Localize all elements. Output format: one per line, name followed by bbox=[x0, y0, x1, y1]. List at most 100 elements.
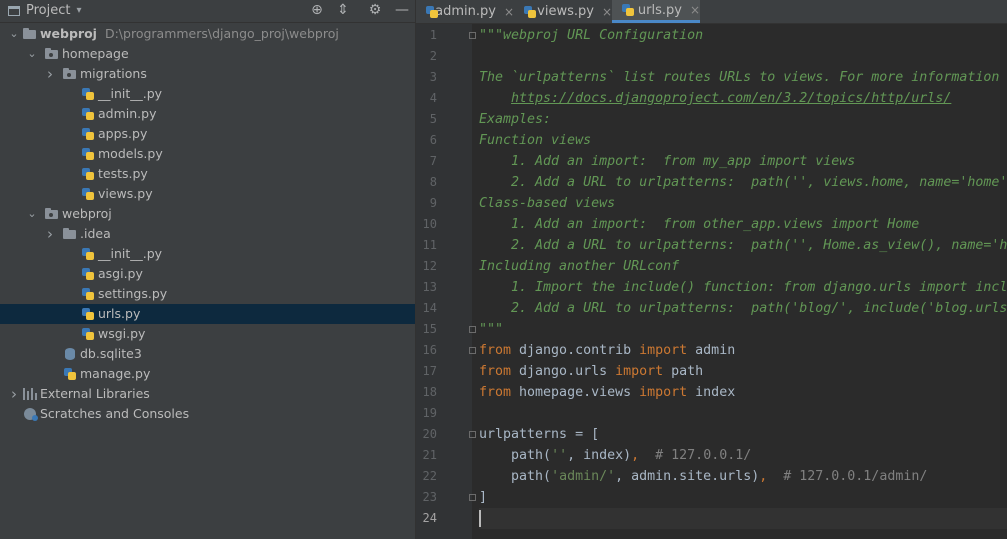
line-number: 11 bbox=[422, 238, 437, 252]
code-line: from django.urls import path bbox=[479, 361, 1007, 382]
line-number: 7 bbox=[429, 154, 437, 168]
line-number: 3 bbox=[429, 70, 437, 84]
line-number: 10 bbox=[422, 217, 437, 231]
python-file-icon bbox=[80, 187, 96, 201]
chevron-down-icon: ▾ bbox=[76, 5, 82, 16]
code-token: Including another URLconf bbox=[479, 259, 680, 274]
gear-icon[interactable]: ⚙ bbox=[366, 1, 384, 19]
tree-item[interactable]: › External Libraries bbox=[0, 384, 415, 404]
collapse-icon[interactable]: ⇕ bbox=[334, 1, 352, 19]
python-file-icon bbox=[80, 147, 96, 161]
python-file-icon bbox=[62, 367, 78, 381]
line-number-gutter: 1 2 3 4 5 6 7 8 9 10 11 12 13 14 15 16 17 18 19 20 21 22 23 24 bbox=[416, 24, 476, 539]
tree-item-label: views.py bbox=[98, 186, 153, 201]
code-line: from django.contrib import admin bbox=[479, 340, 1007, 361]
line-number: 8 bbox=[429, 175, 437, 189]
tree-item-label: homepage bbox=[62, 46, 129, 61]
close-icon[interactable]: × bbox=[504, 5, 514, 19]
tree-item[interactable]: db.sqlite3 bbox=[0, 344, 415, 364]
code-line: 2. Add a URL to urlpatterns: path('', Ho… bbox=[479, 235, 1007, 256]
tree-item[interactable]: Scratches and Consoles bbox=[0, 404, 415, 424]
chevron-right-icon[interactable]: › bbox=[8, 384, 20, 404]
python-file-icon bbox=[80, 307, 96, 321]
fold-marker-icon[interactable] bbox=[469, 326, 476, 333]
tree-item[interactable]: › .idea bbox=[0, 224, 415, 244]
code-editor[interactable]: """webproj URL Configuration The `urlpatt… bbox=[479, 24, 1007, 539]
fold-marker-icon[interactable] bbox=[469, 32, 476, 39]
python-file-icon bbox=[426, 5, 438, 18]
tree-item[interactable]: apps.py bbox=[0, 124, 415, 144]
fold-marker-icon[interactable] bbox=[469, 347, 476, 354]
tree-item[interactable]: asgi.py bbox=[0, 264, 415, 284]
code-token: , bbox=[631, 448, 656, 463]
python-file-icon bbox=[80, 267, 96, 281]
tree-item[interactable]: admin.py bbox=[0, 104, 415, 124]
code-line bbox=[479, 508, 1007, 529]
locate-icon[interactable]: ⊕ bbox=[308, 1, 326, 19]
tree-item-label: models.py bbox=[98, 146, 163, 161]
tree-item[interactable]: ⌄ webproj D:\programmers\django_proj\webpr… bbox=[0, 24, 415, 44]
fold-marker-icon[interactable] bbox=[469, 494, 476, 501]
tab-views-py[interactable]: views.py × bbox=[514, 0, 612, 23]
code-line: https://docs.djangoproject.com/en/3.2/to… bbox=[479, 88, 1007, 109]
code-line: path('', index), # 127.0.0.1/ bbox=[479, 445, 1007, 466]
tree-item-label: __init__.py bbox=[98, 86, 163, 101]
tree-item[interactable]: __init__.py bbox=[0, 84, 415, 104]
chevron-right-icon[interactable]: › bbox=[44, 224, 56, 244]
tab-urls-py[interactable]: urls.py × bbox=[612, 0, 700, 23]
code-token: import bbox=[639, 343, 696, 358]
code-line: path('admin/', admin.site.urls), # 127.0… bbox=[479, 466, 1007, 487]
tree-item-label: tests.py bbox=[98, 166, 148, 181]
tree-item[interactable]: ⌄ homepage bbox=[0, 44, 415, 64]
tree-item[interactable]: tests.py bbox=[0, 164, 415, 184]
code-token: , admin.site.urls) bbox=[615, 469, 760, 484]
line-number: 13 bbox=[422, 280, 437, 294]
tree-item[interactable]: › migrations bbox=[0, 64, 415, 84]
tree-item[interactable]: settings.py bbox=[0, 284, 415, 304]
code-token: path( bbox=[479, 469, 552, 484]
code-token: admin bbox=[695, 343, 736, 358]
project-window-icon bbox=[8, 5, 20, 16]
code-line: 1. Add an import: from other_app.views i… bbox=[479, 214, 1007, 235]
close-icon[interactable]: × bbox=[602, 5, 612, 19]
line-number: 5 bbox=[429, 112, 437, 126]
python-file-icon bbox=[80, 327, 96, 341]
fold-marker-icon[interactable] bbox=[469, 431, 476, 438]
chevron-right-icon[interactable]: › bbox=[44, 64, 56, 84]
project-view-selector[interactable]: Project ▾ bbox=[8, 3, 82, 18]
tree-item[interactable]: wsgi.py bbox=[0, 324, 415, 344]
tab-admin-py[interactable]: admin.py × bbox=[416, 0, 514, 23]
code-token: path bbox=[671, 364, 704, 379]
close-icon[interactable]: × bbox=[690, 3, 700, 17]
chevron-down-icon[interactable]: ⌄ bbox=[26, 44, 38, 64]
code-line: from homepage.views import index bbox=[479, 382, 1007, 403]
code-line: 1. Add an import: from my_app import vie… bbox=[479, 151, 1007, 172]
chevron-down-icon[interactable]: ⌄ bbox=[8, 24, 20, 44]
tree-item[interactable]: __init__.py bbox=[0, 244, 415, 264]
tree-item-label: apps.py bbox=[98, 126, 148, 141]
line-number: 1 bbox=[429, 28, 437, 42]
chevron-down-icon[interactable]: ⌄ bbox=[26, 204, 38, 224]
tree-item[interactable]: urls.py bbox=[0, 304, 415, 324]
code-token: The `urlpatterns` list routes URLs to vi… bbox=[479, 70, 1000, 85]
minimize-icon[interactable]: — bbox=[393, 1, 411, 19]
project-panel-title: Project bbox=[26, 3, 71, 18]
code-token: path( bbox=[479, 448, 552, 463]
line-number: 16 bbox=[422, 343, 437, 357]
tree-item-label: Scratches and Consoles bbox=[40, 406, 190, 421]
text-caret bbox=[479, 509, 481, 527]
tree-item[interactable]: manage.py bbox=[0, 364, 415, 384]
project-tree: ⌄ webproj D:\programmers\django_proj\webpr… bbox=[0, 24, 415, 424]
line-number: 18 bbox=[422, 385, 437, 399]
external-libraries-icon bbox=[22, 387, 38, 401]
tree-item[interactable]: ⌄ webproj bbox=[0, 204, 415, 224]
code-token: homepage.views bbox=[519, 385, 640, 400]
code-line: Class-based views bbox=[479, 193, 1007, 214]
tree-item[interactable]: models.py bbox=[0, 144, 415, 164]
tree-item[interactable]: views.py bbox=[0, 184, 415, 204]
code-token: index bbox=[695, 385, 736, 400]
code-token: 'admin/' bbox=[551, 469, 616, 484]
code-token: 1. Add an import: from other_app.views i… bbox=[479, 217, 920, 232]
